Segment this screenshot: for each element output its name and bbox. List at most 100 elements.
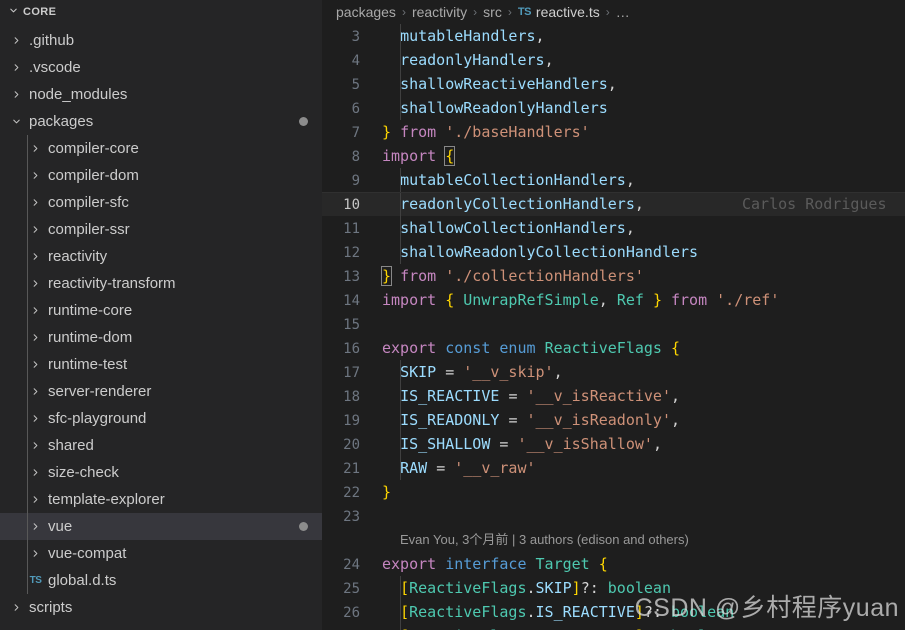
code-line-20[interactable]: 20 IS_SHALLOW = '__v_isShallow',	[322, 432, 905, 456]
chevron-right-icon[interactable]	[27, 356, 44, 373]
code-line-10[interactable]: 10 readonlyCollectionHandlers, Carlos Rod…	[322, 192, 905, 216]
tree-item-label: global.d.ts	[48, 572, 117, 589]
code-editor[interactable]: 3 mutableHandlers, 4 readonlyHandlers, 5 s…	[322, 24, 905, 630]
code-line-23[interactable]: 23	[322, 504, 905, 528]
line-number: 8	[351, 149, 360, 165]
code-text: } from './collectionHandlers'	[380, 266, 644, 286]
chevron-right-icon[interactable]	[27, 491, 44, 508]
code-line-4[interactable]: 4 readonlyHandlers,	[322, 48, 905, 72]
codelens-git-blame[interactable]: Evan You, 3个月前 | 3 authors (edison and o…	[322, 528, 905, 552]
chevron-right-icon[interactable]	[8, 32, 25, 49]
code-line-24[interactable]: 24 export interface Target {	[322, 552, 905, 576]
code-line-22[interactable]: 22}	[322, 480, 905, 504]
code-line-26[interactable]: 26 [ReactiveFlags.IS_REACTIVE]?: boolean	[322, 600, 905, 624]
tree-item-label: compiler-ssr	[48, 221, 130, 238]
chevron-down-icon[interactable]	[8, 113, 25, 130]
tree-item-reactivity[interactable]: reactivity	[0, 243, 322, 270]
breadcrumb-item-1[interactable]: packages	[336, 4, 396, 20]
explorer-section-header-core[interactable]: CORE	[0, 0, 322, 24]
tree-item-reactivity-transform[interactable]: reactivity-transform	[0, 270, 322, 297]
tree-item-node-modules[interactable]: node_modules	[0, 81, 322, 108]
tree-item-runtime-test[interactable]: runtime-test	[0, 351, 322, 378]
code-text: readonlyHandlers,	[400, 51, 554, 69]
code-indent-guide	[400, 24, 401, 48]
line-number: 9	[351, 173, 360, 189]
chevron-right-icon[interactable]	[27, 410, 44, 427]
tree-item-compiler-dom[interactable]: compiler-dom	[0, 162, 322, 189]
chevron-down-icon	[8, 5, 19, 19]
code-line-21[interactable]: 21 RAW = '__v_raw'	[322, 456, 905, 480]
code-indent-guide	[400, 408, 401, 432]
tree-item-shared[interactable]: shared	[0, 432, 322, 459]
tree-item--github[interactable]: .github	[0, 27, 322, 54]
tree-item-vue[interactable]: vue	[0, 513, 322, 540]
chevron-right-icon[interactable]	[27, 275, 44, 292]
code-line-7[interactable]: 7} from './baseHandlers'	[322, 120, 905, 144]
tree-item-sfc-playground[interactable]: sfc-playground	[0, 405, 322, 432]
tree-item-label: sfc-playground	[48, 410, 147, 427]
tree-indent-guide	[27, 216, 28, 243]
code-indent-guide	[400, 384, 401, 408]
tree-item-packages[interactable]: packages	[0, 108, 322, 135]
code-line-14[interactable]: 14 import { UnwrapRefSimple, Ref } from '…	[322, 288, 905, 312]
chevron-right-icon[interactable]	[27, 248, 44, 265]
chevron-right-icon[interactable]	[27, 329, 44, 346]
chevron-right-icon[interactable]	[8, 599, 25, 616]
tree-indent-guide	[27, 432, 28, 459]
code-line-25[interactable]: 25 [ReactiveFlags.SKIP]?: boolean	[322, 576, 905, 600]
code-line-9[interactable]: 9 mutableCollectionHandlers,	[322, 168, 905, 192]
code-line-12[interactable]: 12 shallowReadonlyCollectionHandlers	[322, 240, 905, 264]
code-line-11[interactable]: 11 shallowCollectionHandlers,	[322, 216, 905, 240]
typescript-file-icon: TS	[517, 6, 532, 18]
code-line-17[interactable]: 17 SKIP = '__v_skip',	[322, 360, 905, 384]
editor-pane: packages › reactivity › src › TS reactive.ts ›… …	[322, 0, 905, 630]
code-line-3[interactable]: 3 mutableHandlers,	[322, 24, 905, 48]
code-indent-guide	[400, 432, 401, 456]
chevron-right-icon[interactable]	[27, 221, 44, 238]
code-line-18[interactable]: 18 IS_REACTIVE = '__v_isReactive',	[322, 384, 905, 408]
code-line-27[interactable]: 27 [ReactiveFlags.IS_READONLY]?: boolean	[322, 624, 905, 630]
breadcrumb-item-5[interactable]: …	[616, 4, 630, 20]
tree-item-size-check[interactable]: size-check	[0, 459, 322, 486]
tree-item-global-d-ts[interactable]: TS global.d.ts	[0, 567, 322, 594]
tree-item-compiler-core[interactable]: compiler-core	[0, 135, 322, 162]
code-line-5[interactable]: 5 shallowReactiveHandlers,	[322, 72, 905, 96]
code-line-13[interactable]: 13} from './collectionHandlers'	[322, 264, 905, 288]
chevron-right-icon[interactable]	[27, 437, 44, 454]
tree-item-scripts[interactable]: scripts	[0, 594, 322, 621]
tree-item-compiler-sfc[interactable]: compiler-sfc	[0, 189, 322, 216]
breadcrumb-item-4[interactable]: reactive.ts	[536, 4, 600, 20]
chevron-right-icon[interactable]	[27, 194, 44, 211]
chevron-right-icon[interactable]	[27, 383, 44, 400]
chevron-right-icon[interactable]	[27, 302, 44, 319]
chevron-right-icon[interactable]	[27, 518, 44, 535]
breadcrumb[interactable]: packages › reactivity › src › TS reactive.ts ›…	[322, 0, 905, 24]
tree-item-server-renderer[interactable]: server-renderer	[0, 378, 322, 405]
chevron-right-icon[interactable]	[27, 464, 44, 481]
tree-item-compiler-ssr[interactable]: compiler-ssr	[0, 216, 322, 243]
code-line-19[interactable]: 19 IS_READONLY = '__v_isReadonly',	[322, 408, 905, 432]
chevron-right-icon[interactable]	[27, 545, 44, 562]
tree-item-label: .vscode	[29, 59, 81, 76]
code-line-15[interactable]: 15	[322, 312, 905, 336]
chevron-right-icon[interactable]	[27, 140, 44, 157]
code-line-16[interactable]: 16 export const enum ReactiveFlags {	[322, 336, 905, 360]
tree-item--vscode[interactable]: .vscode	[0, 54, 322, 81]
tree-item-vue-compat[interactable]: vue-compat	[0, 540, 322, 567]
tree-item-runtime-core[interactable]: runtime-core	[0, 297, 322, 324]
tree-item-label: scripts	[29, 599, 73, 616]
line-number: 17	[343, 365, 360, 381]
tree-item-label: packages	[29, 113, 94, 130]
code-line-6[interactable]: 6 shallowReadonlyHandlers	[322, 96, 905, 120]
tree-item-runtime-dom[interactable]: runtime-dom	[0, 324, 322, 351]
tree-indent-guide	[27, 324, 28, 351]
breadcrumb-item-3[interactable]: src	[483, 4, 502, 20]
tree-item-template-explorer[interactable]: template-explorer	[0, 486, 322, 513]
chevron-right-icon[interactable]	[8, 59, 25, 76]
tree-item-label: runtime-test	[48, 356, 128, 373]
chevron-right-icon[interactable]	[8, 86, 25, 103]
code-line-8[interactable]: 8 import {	[322, 144, 905, 168]
breadcrumb-item-2[interactable]: reactivity	[412, 4, 467, 20]
chevron-right-icon[interactable]	[27, 167, 44, 184]
code-text: IS_REACTIVE = '__v_isReactive',	[400, 387, 681, 405]
